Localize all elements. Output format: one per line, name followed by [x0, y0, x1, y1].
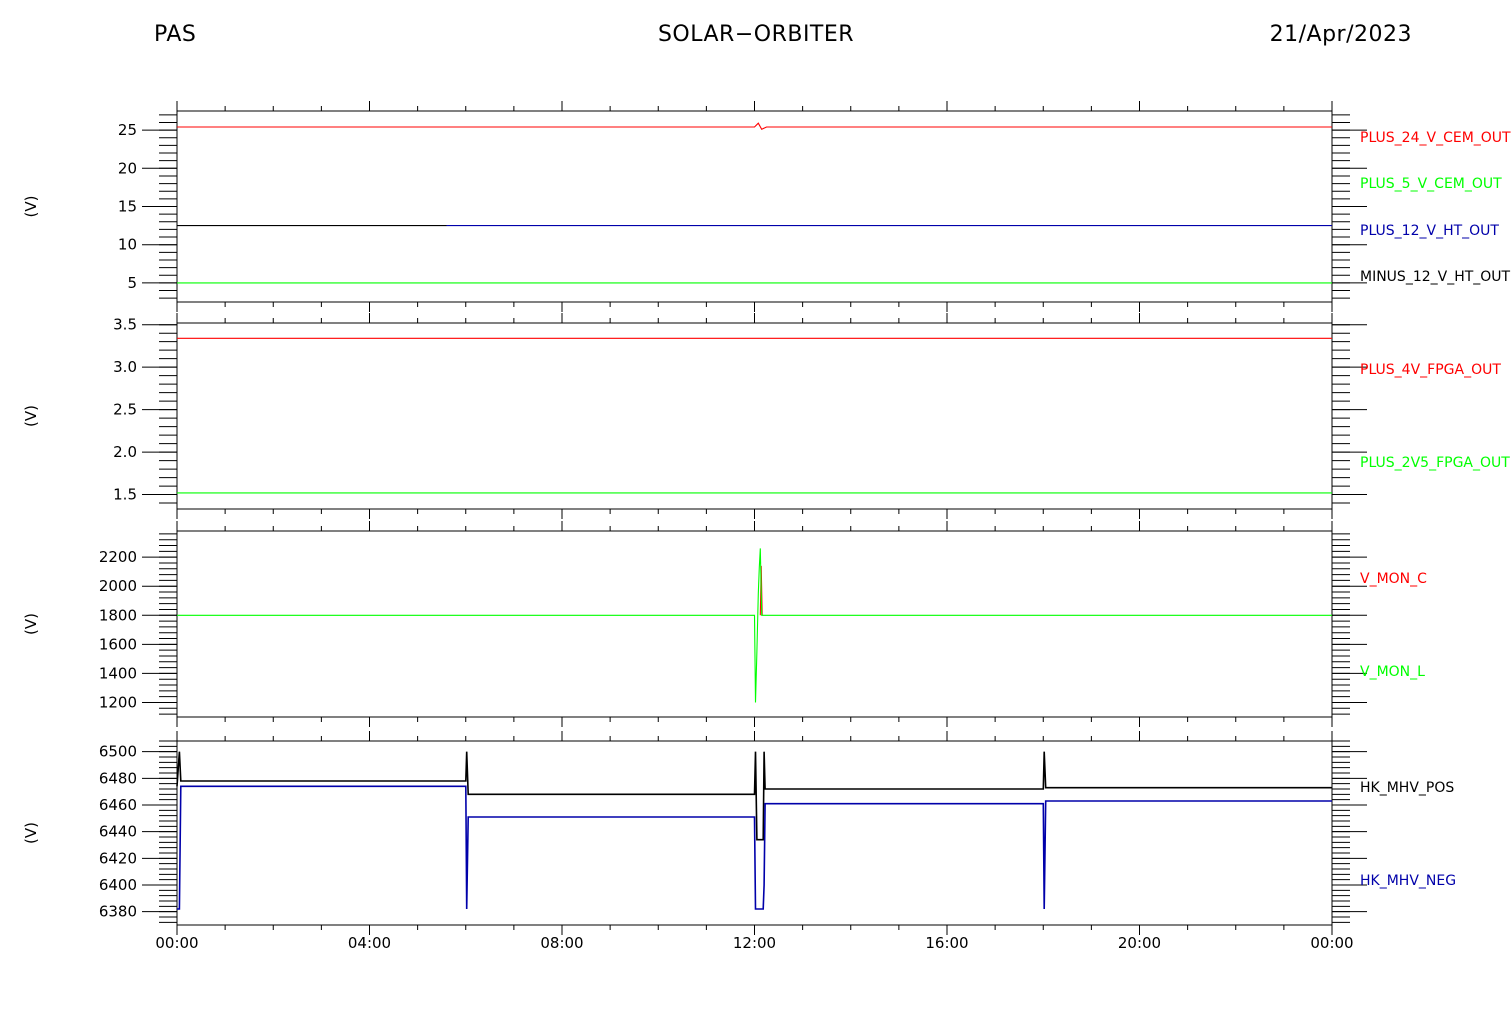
series-line — [177, 785, 1332, 910]
y-tick-label: 1800 — [99, 606, 137, 624]
series-line — [177, 122, 1332, 131]
x-tick-label: 08:00 — [540, 934, 583, 952]
y-axis-label: (V) — [22, 822, 40, 844]
y-tick-label: 2200 — [99, 548, 137, 566]
x-tick-label: 00:00 — [155, 934, 198, 952]
x-tick-label: 16:00 — [925, 934, 968, 952]
series-label: PLUS_5_V_CEM_OUT — [1360, 176, 1502, 192]
y-tick-label: 2.5 — [113, 401, 137, 419]
y-tick-label: 5 — [127, 274, 137, 292]
y-tick-label: 1400 — [99, 664, 137, 682]
y-tick-label: 25 — [118, 121, 137, 139]
y-tick-label: 2.0 — [113, 443, 137, 461]
y-tick-label: 6400 — [99, 876, 137, 894]
y-tick-label: 1.5 — [113, 486, 137, 504]
y-tick-label: 20 — [118, 159, 137, 177]
series-label: HK_MHV_POS — [1360, 780, 1454, 796]
series-label: PLUS_24_V_CEM_OUT — [1360, 130, 1511, 146]
y-tick-label: 1600 — [99, 635, 137, 653]
series-line — [177, 548, 1332, 703]
y-tick-label: 6500 — [99, 743, 137, 761]
x-tick-label: 12:00 — [733, 934, 776, 952]
quicklook-plot-page: PAS SOLAR−ORBITER 21/Apr/2023 5 10 15 20 25(… — [0, 0, 1512, 1020]
panel-frame — [176, 322, 1333, 510]
y-tick-label: 3.0 — [113, 358, 137, 376]
y-tick-label: 6380 — [99, 903, 137, 921]
y-tick-label: 6480 — [99, 769, 137, 787]
series-label: PLUS_4V_FPGA_OUT — [1360, 362, 1501, 378]
y-tick-label: 15 — [118, 198, 137, 216]
x-tick-label: 00:00 — [1310, 934, 1353, 952]
y-axis-label: (V) — [22, 405, 40, 427]
y-tick-label: 1200 — [99, 693, 137, 711]
x-tick-label: 04:00 — [348, 934, 391, 952]
y-axis-label: (V) — [22, 196, 40, 218]
y-tick-label: 10 — [118, 236, 137, 254]
series-label: V_MON_L — [1360, 664, 1425, 680]
y-tick-label: 6460 — [99, 796, 137, 814]
y-tick-label: 6440 — [99, 823, 137, 841]
voltage-panels-chart: 5 10 15 20 25 (V) PLUS_24_V_CEM_OUT PLUS_5_V_CE… — [22, 101, 1511, 952]
series-label: V_MON_C — [1360, 571, 1427, 587]
panel-frame — [176, 110, 1333, 303]
y-tick-label: 2000 — [99, 577, 137, 595]
series-label: PLUS_12_V_HT_OUT — [1360, 223, 1499, 239]
y-axis-label: (V) — [22, 613, 40, 635]
x-tick-label: 20:00 — [1118, 934, 1161, 952]
series-label: HK_MHV_NEG — [1360, 873, 1456, 889]
series-label: MINUS_12_V_HT_OUT — [1360, 269, 1511, 285]
series-label: PLUS_2V5_FPGA_OUT — [1360, 455, 1510, 471]
y-tick-label: 3.5 — [113, 316, 137, 334]
y-tick-label: 6420 — [99, 849, 137, 867]
